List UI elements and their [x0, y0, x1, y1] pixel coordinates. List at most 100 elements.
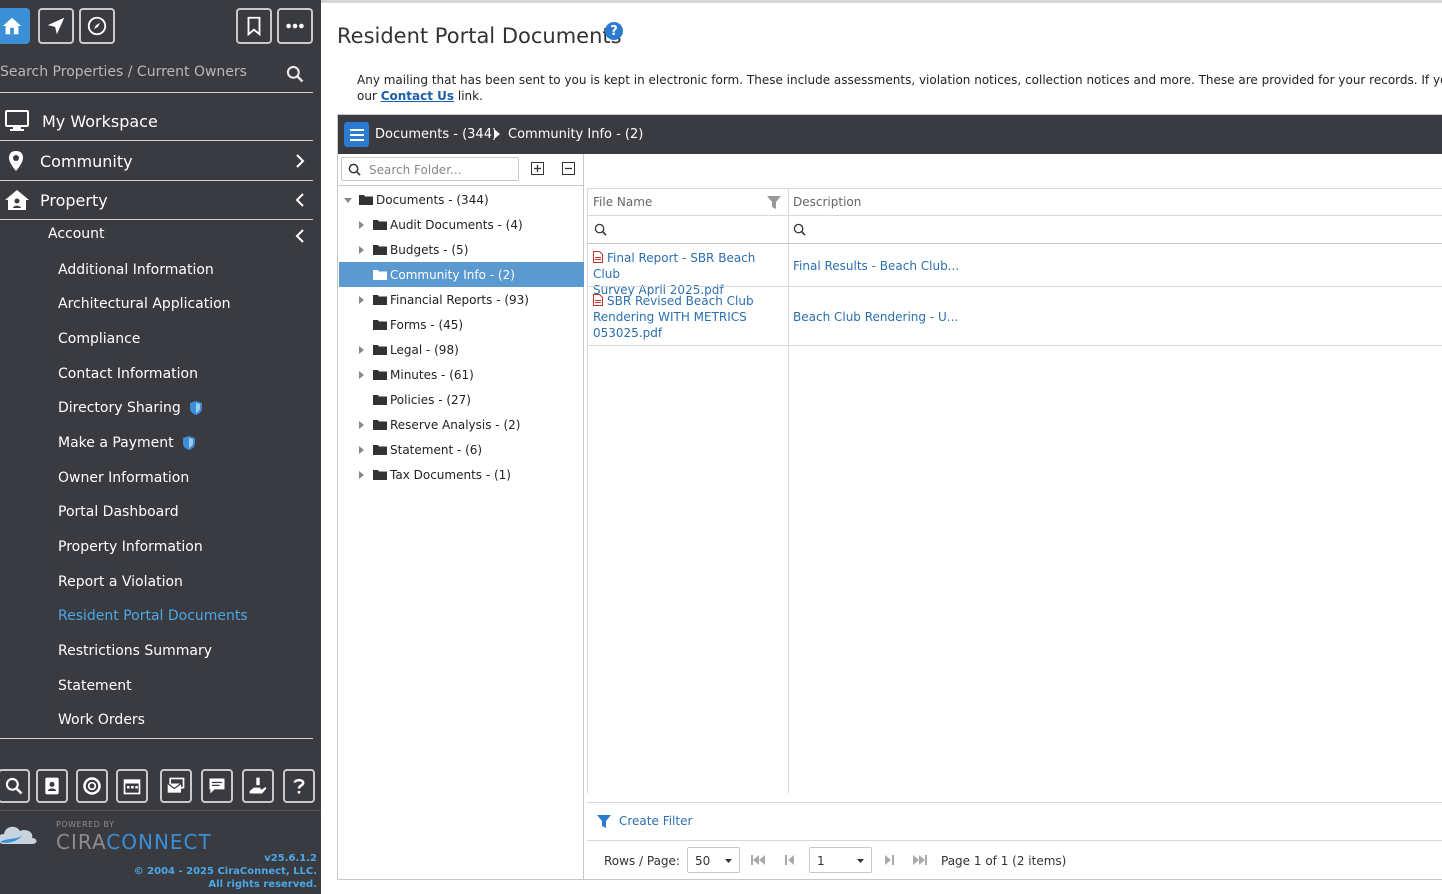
message-tool-button[interactable]: [201, 769, 233, 803]
rows-per-page-select[interactable]: 50: [687, 847, 740, 873]
tree-node-label: Statement - (6): [390, 442, 483, 457]
ciraconnect-logo-icon: [0, 826, 37, 844]
folder-icon: [373, 295, 387, 305]
sidebar-item-statement[interactable]: Statement: [58, 678, 132, 694]
property-search[interactable]: Search Properties / Current Owners: [0, 55, 313, 93]
support-tool-button[interactable]: [76, 769, 108, 803]
search-icon[interactable]: [285, 64, 305, 84]
caret-right-icon: [359, 421, 364, 429]
file-description[interactable]: Final Results - Beach Club...: [793, 259, 959, 273]
column-header-file-name[interactable]: File Name: [593, 195, 652, 209]
brand-part-b: CONNECT: [106, 830, 212, 854]
tree-node-minutes[interactable]: Minutes - (61): [338, 362, 584, 387]
collapse-all-icon[interactable]: [562, 162, 575, 175]
description-filter-icon[interactable]: [793, 223, 806, 236]
tree-node-label: Documents - (344): [376, 192, 489, 207]
contacts-tool-button[interactable]: [36, 769, 68, 803]
file-name-filter-icon[interactable]: [594, 223, 607, 236]
search-icon: [5, 777, 23, 795]
nav-account[interactable]: Account: [48, 226, 105, 242]
caret-down-icon: [725, 859, 732, 863]
sidebar-item-label: Contact Information: [58, 366, 198, 382]
search-tool-button[interactable]: [0, 769, 30, 803]
sidebar-item-portal-dashboard[interactable]: Portal Dashboard: [58, 504, 179, 520]
nav-community[interactable]: Community: [0, 142, 313, 181]
folder-icon: [373, 420, 387, 430]
file-link[interactable]: Final Report - SBR Beach Club Survey Apr…: [593, 250, 778, 298]
tree-node-community-info[interactable]: Community Info - (2): [339, 262, 584, 287]
tree-node-budgets[interactable]: Budgets - (5): [338, 237, 584, 262]
contact-us-link[interactable]: Contact Us: [381, 89, 454, 103]
tree-node-label: Minutes - (61): [390, 367, 474, 382]
tree-node-label: Forms - (45): [390, 317, 464, 332]
previous-page-icon[interactable]: [783, 854, 797, 866]
sidebar-item-additional-information[interactable]: Additional Information: [58, 262, 214, 278]
navigate-button[interactable]: [38, 8, 74, 44]
file-link[interactable]: SBR Revised Beach Club Rendering WITH ME…: [593, 293, 778, 341]
tree-node-legal[interactable]: Legal - (98): [338, 337, 584, 362]
column-filter-icon[interactable]: [767, 196, 781, 209]
page-select[interactable]: 1: [809, 847, 872, 873]
tree-node-label: Policies - (27): [390, 392, 471, 407]
tree-node-label: Legal - (98): [390, 342, 459, 357]
search-icon: [348, 163, 361, 176]
folder-menu-button[interactable]: [344, 122, 369, 147]
nav-property[interactable]: Property: [0, 181, 313, 220]
sidebar-item-owner-information[interactable]: Owner Information: [58, 470, 189, 486]
tree-node-reserve-analysis[interactable]: Reserve Analysis - (2): [338, 412, 584, 437]
home-button[interactable]: [0, 8, 30, 44]
sidebar-item-report-a-violation[interactable]: Report a Violation: [58, 574, 183, 590]
nav-my-workspace[interactable]: My Workspace: [0, 102, 313, 141]
grid-border: [587, 188, 588, 793]
sidebar-item-label: Restrictions Summary: [58, 643, 213, 659]
sidebar-item-work-orders[interactable]: Work Orders: [58, 712, 145, 728]
sidebar-item-contact-information[interactable]: Contact Information: [58, 366, 198, 382]
tree-divider: [338, 185, 584, 186]
help-icon[interactable]: ?: [605, 22, 623, 40]
tree-node-audit-documents[interactable]: Audit Documents - (4): [338, 212, 584, 237]
mail-tool-button[interactable]: [160, 769, 192, 803]
tree-node-tax-documents[interactable]: Tax Documents - (1): [338, 462, 584, 487]
caret-right-icon: [494, 129, 500, 139]
sidebar-item-architectural-application[interactable]: Architectural Application: [58, 296, 231, 312]
next-page-icon[interactable]: [882, 854, 896, 866]
tree-node-policies[interactable]: Policies - (27): [338, 387, 584, 412]
sidebar-item-make-a-payment[interactable]: Make a Payment: [58, 435, 196, 451]
last-page-icon[interactable]: [913, 854, 927, 866]
column-header-description[interactable]: Description: [793, 195, 861, 209]
create-filter-button[interactable]: Create Filter: [597, 814, 692, 828]
file-description[interactable]: Beach Club Rendering - U...: [793, 310, 958, 324]
breadcrumb-root[interactable]: Documents - (344): [375, 127, 497, 142]
sidebar-item-property-information[interactable]: Property Information: [58, 539, 203, 555]
help-tool-button[interactable]: [283, 769, 315, 803]
explore-button[interactable]: [79, 8, 115, 44]
calendar-icon: [123, 779, 141, 795]
expand-all-icon[interactable]: [531, 162, 544, 175]
tree-node-statement[interactable]: Statement - (6): [338, 437, 584, 462]
folder-search-input[interactable]: Search Folder...: [341, 157, 519, 181]
tree-node-forms[interactable]: Forms - (45): [338, 312, 584, 337]
caret-right-icon: [359, 371, 364, 379]
sidebar-item-label: Make a Payment: [58, 435, 174, 451]
sidebar-item-directory-sharing[interactable]: Directory Sharing: [58, 400, 203, 416]
sidebar-item-label: Report a Violation: [58, 574, 183, 590]
page-description: Any mailing that has been sent to you is…: [357, 72, 1442, 104]
calendar-tool-button[interactable]: [116, 769, 148, 803]
folder-icon: [359, 195, 373, 205]
tree-node-root[interactable]: Documents - (344): [338, 187, 584, 212]
more-button[interactable]: [277, 8, 313, 44]
property-search-placeholder: Search Properties / Current Owners: [0, 64, 247, 80]
sidebar-item-restrictions-summary[interactable]: Restrictions Summary: [58, 643, 212, 659]
sidebar-item-resident-portal-documents[interactable]: Resident Portal Documents: [58, 608, 248, 624]
create-filter-label: Create Filter: [619, 814, 693, 828]
folder-search-placeholder: Search Folder...: [369, 163, 462, 177]
chevron-left-icon: [295, 193, 304, 207]
bookmark-button[interactable]: [236, 8, 272, 44]
payment-tool-button[interactable]: [242, 769, 274, 803]
first-page-icon[interactable]: [751, 854, 765, 866]
mail-stack-icon: [167, 777, 185, 793]
sidebar-item-compliance[interactable]: Compliance: [58, 331, 140, 347]
tree-node-financial-reports[interactable]: Financial Reports - (93): [338, 287, 584, 312]
file-name-line: SBR Revised Beach Club: [593, 293, 778, 309]
caret-right-icon: [359, 221, 364, 229]
